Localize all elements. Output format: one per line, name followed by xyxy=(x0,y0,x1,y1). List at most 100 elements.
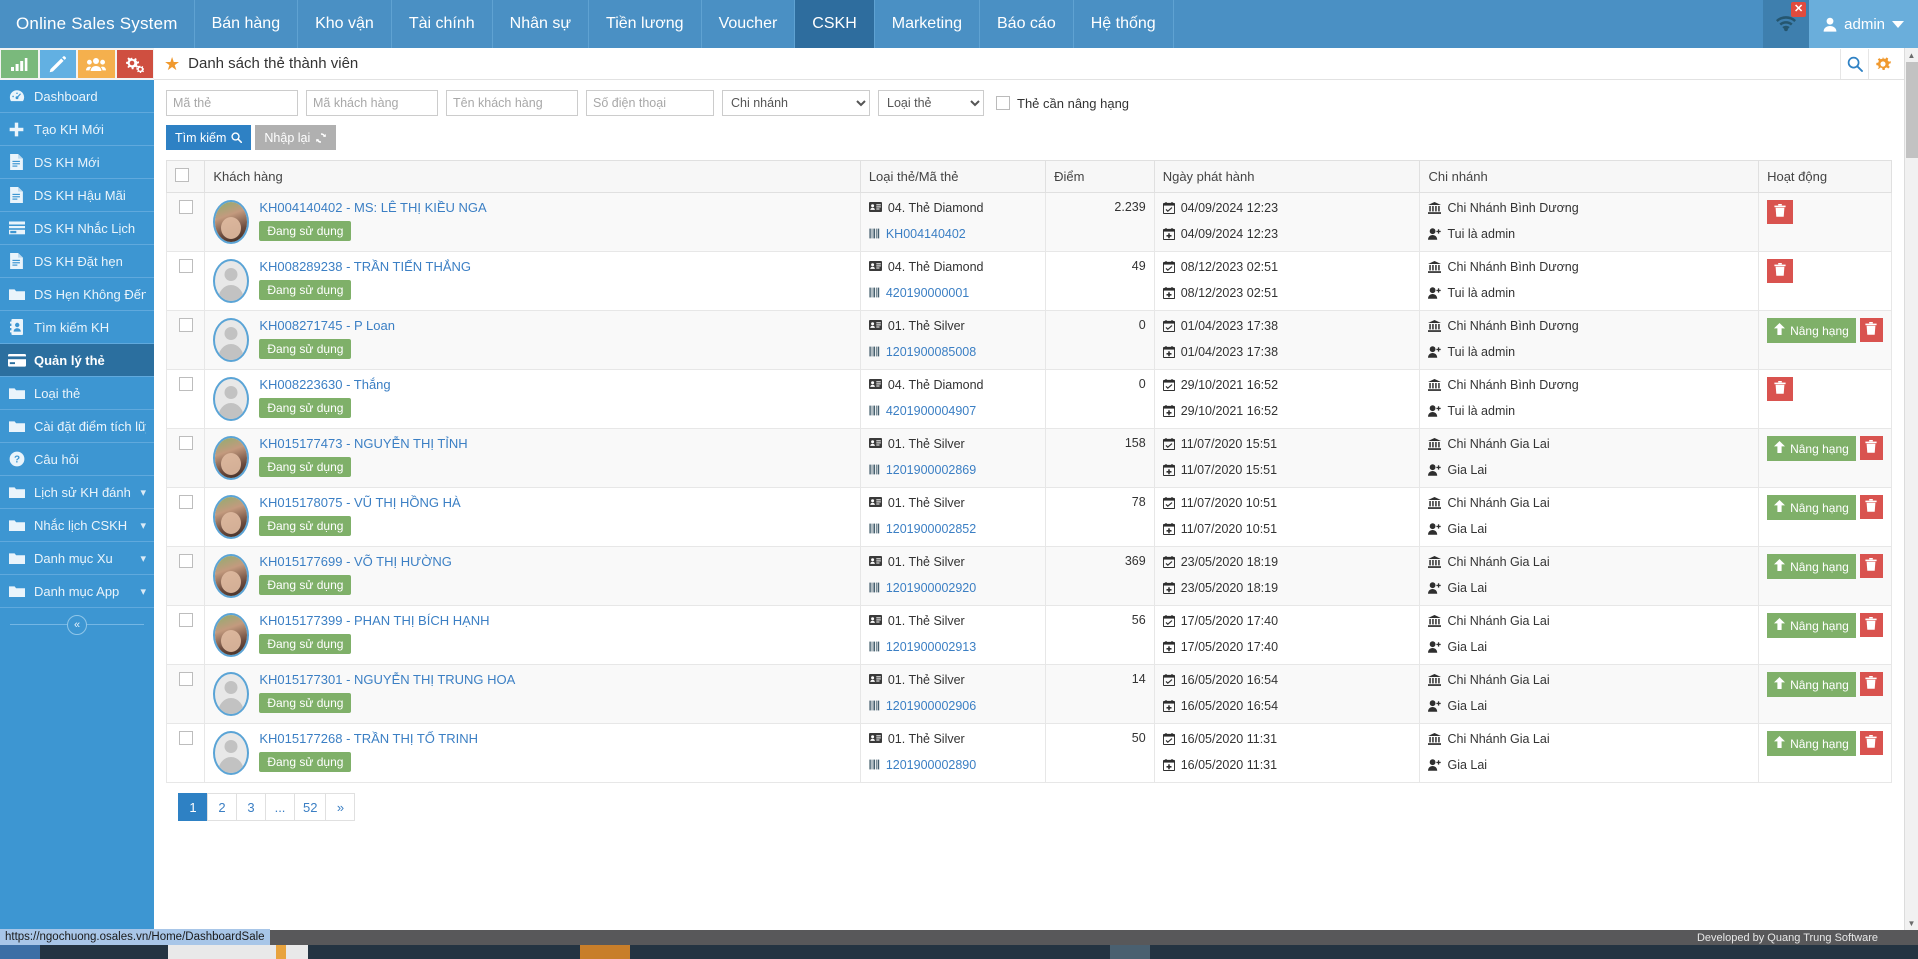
table-row[interactable]: KH008289238 - TRẦN TIẾN THẮNG Đang sử dụ… xyxy=(165,251,1892,311)
row-checkbox[interactable] xyxy=(178,554,193,568)
customer-name-link[interactable]: KH015177473 - NGUYỄN THỊ TỈNH xyxy=(259,436,467,451)
upgrade-button[interactable]: Nâng hạng xyxy=(1767,436,1856,461)
sidebar-item-tìm-kiếm-kh[interactable]: Tìm kiếm KH xyxy=(0,311,154,344)
reset-button[interactable]: Nhập lại xyxy=(255,125,337,150)
table-row[interactable]: KH015177399 - PHAN THỊ BÍCH HẠNH Đang sử… xyxy=(165,605,1892,665)
quick-action-reports[interactable] xyxy=(1,50,38,78)
nav-item-tài-chính[interactable]: Tài chính xyxy=(392,0,493,48)
delete-button[interactable] xyxy=(1767,200,1794,224)
delete-button[interactable] xyxy=(1859,495,1883,519)
branch-select[interactable]: Chi nhánh xyxy=(722,90,870,116)
row-checkbox[interactable] xyxy=(178,495,193,509)
card-code-link[interactable]: 1201900002869 xyxy=(886,462,976,479)
panel-search-button[interactable] xyxy=(1840,48,1868,79)
th-points[interactable]: Điểm xyxy=(1045,160,1155,193)
table-row[interactable]: KH008271745 - P Loan Đang sử dụng 01. Th… xyxy=(165,310,1892,370)
sidebar-item-ds-kh-mới[interactable]: DS KH Mới xyxy=(0,146,154,179)
sidebar-item-cài-đặt-điểm-tích-lũy[interactable]: Cài đặt điểm tích lũy xyxy=(0,410,154,443)
pagination-page-52[interactable]: 52 xyxy=(294,793,327,821)
nav-item-nhân-sự[interactable]: Nhân sự xyxy=(493,0,590,48)
delete-button[interactable] xyxy=(1859,613,1883,637)
pagination-page-[interactable]: » xyxy=(325,793,356,821)
table-row[interactable]: KH004140402 - MS: LÊ THỊ KIỀU NGA Đang s… xyxy=(165,192,1892,252)
customer-name-link[interactable]: KH015177301 - NGUYỄN THỊ TRUNG HOA xyxy=(259,672,515,687)
card-code-link[interactable]: 1201900002920 xyxy=(886,580,976,597)
row-checkbox[interactable] xyxy=(178,613,193,627)
upgrade-button[interactable]: Nâng hạng xyxy=(1767,318,1856,343)
quick-action-edit[interactable] xyxy=(39,50,76,78)
nav-item-marketing[interactable]: Marketing xyxy=(875,0,980,48)
scrollbar-thumb[interactable] xyxy=(1906,62,1918,158)
sidebar-item-danh-mục-xu[interactable]: Danh mục Xu ▾ xyxy=(0,542,154,575)
customer-name-link[interactable]: KH008271745 - P Loan xyxy=(259,318,395,333)
nav-item-báo-cáo[interactable]: Báo cáo xyxy=(980,0,1074,48)
upgrade-button[interactable]: Nâng hạng xyxy=(1767,672,1856,697)
card-code-input[interactable] xyxy=(166,90,298,116)
row-checkbox[interactable] xyxy=(178,377,193,391)
row-checkbox[interactable] xyxy=(178,259,193,273)
customer-name-input[interactable] xyxy=(446,90,578,116)
table-row[interactable]: KH015177301 - NGUYỄN THỊ TRUNG HOA Đang … xyxy=(165,664,1892,724)
card-code-link[interactable]: 1201900002852 xyxy=(886,521,976,538)
row-checkbox[interactable] xyxy=(178,436,193,450)
sidebar-item-danh-mục-app[interactable]: Danh mục App ▾ xyxy=(0,575,154,608)
delete-button[interactable] xyxy=(1859,436,1883,460)
scroll-down-button[interactable]: ▼ xyxy=(1905,916,1918,930)
sidebar-item-dashboard[interactable]: Dashboard xyxy=(0,80,154,113)
customer-name-link[interactable]: KH015177268 - TRẦN THỊ TỐ TRINH xyxy=(259,731,478,746)
card-type-select[interactable]: Loại thẻ xyxy=(878,90,984,116)
sidebar-item-câu-hỏi[interactable]: ? Câu hỏi xyxy=(0,443,154,476)
sidebar-item-quản-lý-thẻ[interactable]: Quản lý thẻ xyxy=(0,344,154,377)
nav-item-voucher[interactable]: Voucher xyxy=(702,0,796,48)
page-scrollbar[interactable]: ▲ ▼ xyxy=(1904,48,1918,930)
sidebar-item-loại-thẻ[interactable]: Loại thẻ xyxy=(0,377,154,410)
sidebar-collapse-button[interactable]: « xyxy=(67,615,87,635)
sidebar-item-nhắc-lịch-cskh[interactable]: Nhắc lịch CSKH ▾ xyxy=(0,509,154,542)
app-brand[interactable]: Online Sales System xyxy=(0,0,195,48)
upgrade-needed-checkbox[interactable] xyxy=(996,96,1010,110)
sidebar-item-lịch-sử-kh-đánh-giá[interactable]: Lịch sử KH đánh giá ▾ xyxy=(0,476,154,509)
user-menu-button[interactable]: admin xyxy=(1809,0,1918,48)
table-row[interactable]: KH008223630 - Thắng Đang sử dụng 04. Thẻ… xyxy=(165,369,1892,429)
nav-item-kho-vận[interactable]: Kho vận xyxy=(298,0,392,48)
card-code-link[interactable]: 1201900002913 xyxy=(886,639,976,656)
customer-name-link[interactable]: KH004140402 - MS: LÊ THỊ KIỀU NGA xyxy=(259,200,486,215)
sidebar-item-ds-kh-đặt-hẹn[interactable]: DS KH Đặt hẹn xyxy=(0,245,154,278)
delete-button[interactable] xyxy=(1859,731,1883,755)
th-issue-date[interactable]: Ngày phát hành xyxy=(1153,160,1421,193)
pagination-page-3[interactable]: 3 xyxy=(236,793,266,821)
customer-code-input[interactable] xyxy=(306,90,438,116)
quick-action-settings[interactable] xyxy=(116,50,153,78)
sidebar-item-tạo-kh-mới[interactable]: Tạo KH Mới xyxy=(0,113,154,146)
card-code-link[interactable]: 1201900002890 xyxy=(886,757,976,774)
quick-action-users[interactable] xyxy=(78,50,115,78)
th-actions[interactable]: Hoạt động xyxy=(1758,160,1892,193)
pagination-page-1[interactable]: 1 xyxy=(178,793,208,821)
search-button[interactable]: Tìm kiếm xyxy=(166,125,252,150)
th-branch[interactable]: Chi nhánh xyxy=(1419,160,1760,193)
upgrade-button[interactable]: Nâng hạng xyxy=(1767,495,1856,520)
customer-name-link[interactable]: KH015177699 - VÕ THỊ HƯỜNG xyxy=(259,554,452,569)
table-row[interactable]: KH015177699 - VÕ THỊ HƯỜNG Đang sử dụng … xyxy=(165,546,1892,606)
panel-settings-button[interactable] xyxy=(1868,48,1896,79)
customer-name-link[interactable]: KH015177399 - PHAN THỊ BÍCH HẠNH xyxy=(259,613,489,628)
card-code-link[interactable]: KH004140402 xyxy=(886,226,966,243)
taskbar-window-2[interactable] xyxy=(580,945,630,959)
wifi-status-button[interactable]: ✕ xyxy=(1763,0,1810,48)
scroll-up-button[interactable]: ▲ xyxy=(1905,48,1918,62)
select-all-checkbox[interactable] xyxy=(175,168,189,182)
row-checkbox[interactable] xyxy=(178,672,193,686)
taskbar-window-3[interactable] xyxy=(1110,945,1150,959)
phone-input[interactable] xyxy=(586,90,714,116)
upgrade-button[interactable]: Nâng hạng xyxy=(1767,554,1856,579)
delete-button[interactable] xyxy=(1859,672,1883,696)
row-checkbox[interactable] xyxy=(178,731,193,745)
delete-button[interactable] xyxy=(1859,318,1883,342)
taskbar-start[interactable] xyxy=(0,945,40,959)
upgrade-button[interactable]: Nâng hạng xyxy=(1767,731,1856,756)
table-row[interactable]: KH015177473 - NGUYỄN THỊ TỈNH Đang sử dụ… xyxy=(165,428,1892,488)
nav-item-tiền-lương[interactable]: Tiền lương xyxy=(589,0,702,48)
table-row[interactable]: KH015178075 - VŨ THỊ HỒNG HÀ Đang sử dụn… xyxy=(165,487,1892,547)
card-code-link[interactable]: 1201900002906 xyxy=(886,698,976,715)
taskbar-window-1[interactable] xyxy=(168,945,308,959)
